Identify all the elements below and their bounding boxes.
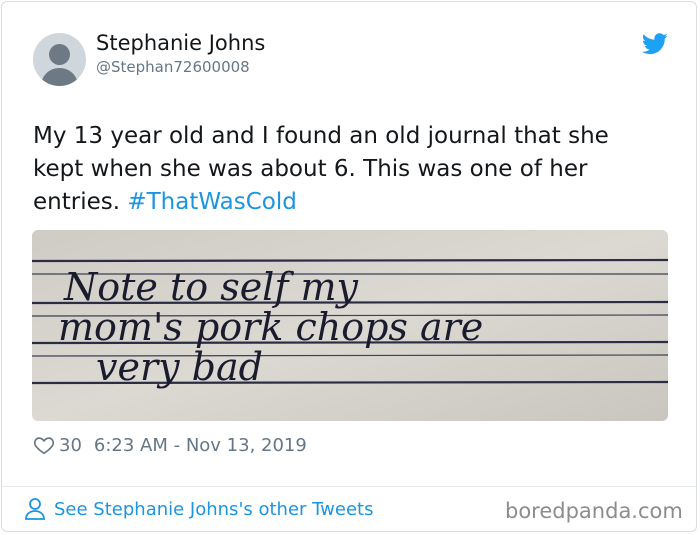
person-icon [25,498,45,520]
tweet-text: My 13 year old and I found an old journa… [33,120,663,219]
timestamp[interactable]: 6:23 AM - Nov 13, 2019 [94,435,307,456]
like-count: 30 [59,434,82,456]
other-tweets-link[interactable]: See Stephanie Johns's other Tweets [24,497,373,521]
other-tweets-label: See Stephanie Johns's other Tweets [54,498,374,520]
hashtag-link[interactable]: #ThatWasCold [127,189,296,215]
avatar[interactable] [33,33,86,86]
handwriting-line-3: very bad [96,345,263,389]
heart-icon[interactable] [33,434,55,456]
journal-page-image: Note to self my mom's pork chops are ver… [32,230,668,421]
divider [2,486,696,487]
tweet-photo[interactable]: Note to self my mom's pork chops are ver… [32,230,668,421]
tweet-body: My 13 year old and I found an old journa… [33,123,609,215]
avatar-head [49,44,70,65]
avatar-body [41,68,78,86]
tweet-meta: 30 6:23 AM - Nov 13, 2019 [33,434,307,456]
handwriting-line-1: Note to self my [63,265,359,309]
author-handle[interactable]: @Stephan72600008 [96,58,250,76]
twitter-bird-icon[interactable] [642,33,668,55]
watermark: boredpanda.com [505,499,683,523]
author-name[interactable]: Stephanie Johns [96,31,265,55]
handwriting-line-2: mom's pork chops are [58,305,483,349]
